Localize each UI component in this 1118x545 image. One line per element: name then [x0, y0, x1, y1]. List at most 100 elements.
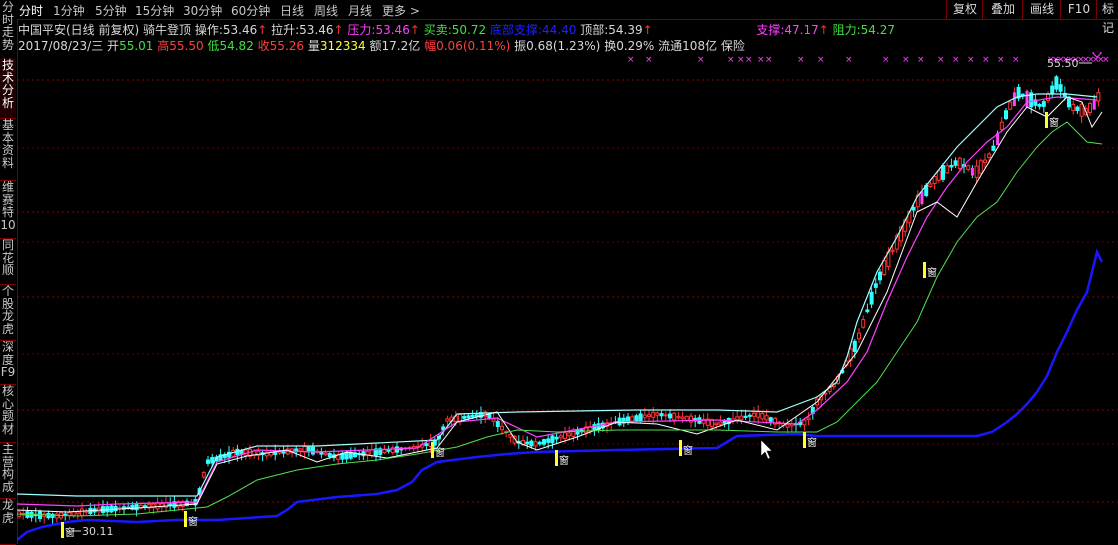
window-marker-label: 窗 [188, 515, 198, 528]
toolbar-button-0[interactable]: 复权 [946, 0, 983, 19]
candle-body [550, 435, 555, 444]
candle-body [743, 415, 748, 418]
candle-body [1008, 101, 1013, 110]
trade-value: 50.72 [451, 23, 487, 37]
candle-body [554, 436, 559, 440]
candle-body [537, 441, 542, 445]
window-marker-label: 窗 [807, 436, 817, 449]
window-marker-bar [923, 262, 926, 278]
candle-body [647, 414, 651, 417]
candle-body [474, 414, 479, 417]
vol-value: 312334 [319, 39, 366, 53]
candle-body [966, 165, 971, 170]
period-tab-8[interactable]: 月线 [348, 2, 372, 19]
window-marker-label: 窗 [683, 444, 693, 457]
candle-body [953, 160, 958, 166]
candle-body [869, 291, 874, 305]
window-marker-label: 窗 [65, 526, 75, 539]
candle-body [890, 249, 895, 252]
candle-body [395, 446, 399, 453]
sidebar-tab-5[interactable]: 个股龙虎 [0, 284, 16, 341]
candle-body [441, 426, 446, 431]
support-line [17, 248, 1104, 541]
sidebar-tab-3[interactable]: 维赛特10 [0, 180, 16, 239]
candle-body [655, 412, 660, 416]
kline-chart[interactable]: × × × × × × × × × × × × × × × × × × × × ××××××××××××窗窗窗窗窗窗窗窗… [17, 52, 1118, 544]
candle-body [932, 176, 937, 184]
period-tab-9[interactable]: 更多 > [382, 2, 420, 19]
candle-body [638, 413, 643, 422]
toolbar-button-4[interactable]: 标记 [1096, 0, 1118, 35]
candle-body [991, 145, 996, 151]
window-marker-bar [1045, 112, 1048, 128]
period-tab-3[interactable]: 15分钟 [135, 2, 174, 19]
sidebar-tab-0[interactable]: 分时走势 [0, 0, 16, 59]
period-tab-7[interactable]: 周线 [314, 2, 338, 19]
candle-body [1037, 103, 1042, 107]
candle-body [567, 432, 572, 437]
candle-body [491, 418, 496, 422]
toolbar-button-3[interactable]: F10 [1060, 0, 1097, 19]
amp-label: 振 [514, 39, 527, 53]
period-tab-5[interactable]: 60分钟 [231, 2, 270, 19]
amt-value: 17.2亿 [381, 39, 421, 53]
window-marker-label: 窗 [435, 446, 445, 459]
bottom-support-value: 44.40 [542, 23, 577, 37]
sidebar-tab-6[interactable]: 深度F9 [0, 340, 16, 385]
candle-body [500, 425, 504, 431]
candle-body [684, 416, 689, 421]
top-toolbar: 分时 1分钟 5分钟 15分钟 30分钟 60分钟 日线 周线 月线 更多 > 复权 叠加 画线 F10 标… [17, 0, 1118, 35]
candle-body [1058, 84, 1063, 92]
sidebar-tab-7[interactable]: 核心题材 [0, 384, 16, 443]
candle-body [563, 432, 567, 439]
period-tab-6[interactable]: 日线 [280, 2, 304, 19]
period-tab-2[interactable]: 5分钟 [95, 2, 127, 19]
candle-body [210, 457, 215, 464]
candle-body [714, 422, 719, 426]
candle-body [1004, 110, 1008, 120]
candle-body [680, 416, 685, 420]
toolbar-button-1[interactable]: 叠加 [982, 0, 1023, 19]
signal-x-marker: × [745, 55, 753, 65]
candle-body [1075, 106, 1080, 111]
candle-body [1054, 76, 1059, 90]
signal-x-marker: × [727, 55, 735, 65]
candle-body [113, 505, 118, 512]
sidebar-tab-2[interactable]: 基本资料 [0, 118, 16, 181]
signal-x-marker: × [937, 55, 945, 65]
sidebar-tab-9[interactable]: 龙虎 [0, 498, 16, 545]
signal-x-marker: × [917, 55, 925, 65]
period-tab-1[interactable]: 1分钟 [53, 2, 85, 19]
candle-body [1020, 93, 1025, 96]
min-price-label: 30.11 [82, 525, 114, 538]
candle-body [369, 449, 374, 457]
stock-title: 中国平安(日线 前复权) 骑牛登顶 [18, 23, 191, 37]
candle-body [747, 414, 752, 417]
candle-body [949, 164, 954, 168]
candle-body [676, 416, 681, 419]
candle-body [630, 416, 635, 422]
op-value: 53.46 [222, 23, 258, 37]
candle-body [756, 411, 761, 418]
candle-body [1041, 101, 1046, 107]
candle-body [945, 165, 950, 174]
toolbar-button-2[interactable]: 画线 [1022, 0, 1061, 19]
candle-body [508, 434, 513, 438]
candle-body [1050, 85, 1055, 95]
support-label: 支撑: [756, 23, 785, 37]
period-tab-4[interactable]: 30分钟 [183, 2, 222, 19]
candle-body [873, 283, 878, 288]
window-marker-bar [184, 511, 187, 527]
high-label: 高 [157, 39, 170, 53]
indicator-info-line: 中国平安(日线 前复权) 骑牛登顶 操作:53.46↑ 拉升:53.46↑ 压力… [18, 21, 895, 38]
period-tab-0[interactable]: 分时 [19, 2, 43, 19]
turn-label: 换 [604, 39, 617, 53]
window-marker-bar [431, 442, 434, 458]
candle-body [789, 423, 794, 427]
sidebar-tab-4[interactable]: 同花顺 [0, 238, 16, 285]
candle-body [80, 508, 84, 517]
sidebar-tab-1[interactable]: 技术分析 [0, 58, 16, 119]
candle-body [525, 441, 530, 445]
sidebar-tab-8[interactable]: 主营构成 [0, 442, 16, 499]
candle-body [1079, 103, 1084, 117]
